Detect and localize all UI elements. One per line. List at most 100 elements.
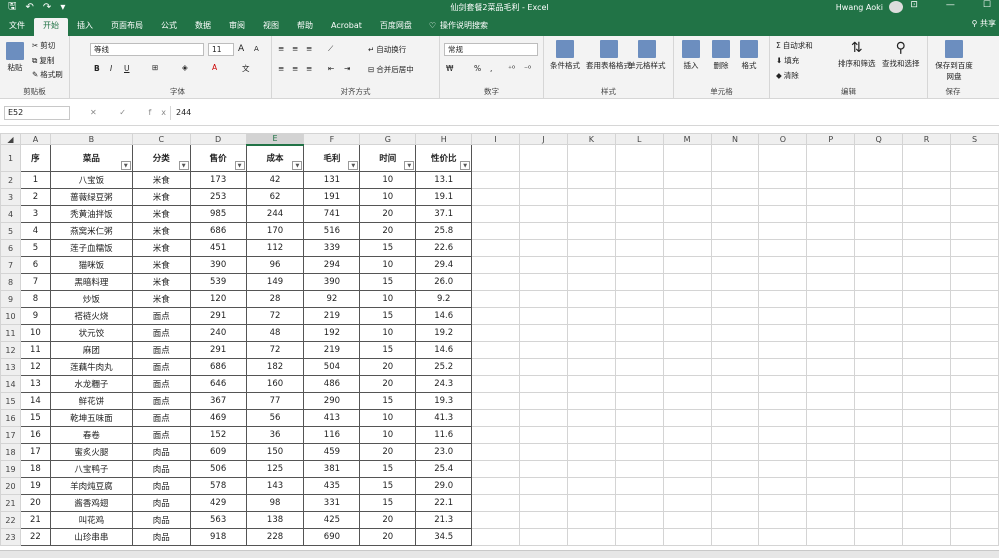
data-cell[interactable]: 八宝饭 — [49, 171, 133, 189]
avatar[interactable] — [889, 1, 903, 13]
data-cell[interactable]: 5 — [19, 239, 51, 257]
minimize-icon[interactable]: — — [946, 0, 955, 10]
data-cell[interactable]: 19.2 — [415, 324, 473, 342]
empty-cell[interactable] — [949, 409, 999, 427]
empty-cell[interactable] — [758, 324, 808, 342]
align-top-icon[interactable]: ≡ — [278, 44, 284, 53]
column-header[interactable]: J — [519, 133, 568, 145]
empty-cell[interactable] — [854, 205, 904, 223]
filter-dropdown-icon[interactable]: ▼ — [348, 161, 359, 170]
row-number[interactable]: 19 — [0, 460, 21, 478]
data-cell[interactable]: 10 — [359, 256, 417, 274]
row-number[interactable]: 3 — [0, 188, 21, 206]
empty-cell[interactable] — [710, 144, 760, 172]
row-number[interactable]: 17 — [0, 426, 21, 444]
data-cell[interactable]: 690 — [303, 528, 361, 546]
empty-cell[interactable] — [566, 290, 616, 308]
empty-cell[interactable] — [614, 460, 664, 478]
data-cell[interactable]: 11 — [19, 341, 51, 359]
data-cell[interactable]: 猫咪饭 — [49, 256, 133, 274]
empty-cell[interactable] — [566, 273, 616, 291]
empty-cell[interactable] — [949, 324, 999, 342]
empty-cell[interactable] — [566, 205, 616, 223]
column-header[interactable]: R — [902, 133, 951, 145]
column-header[interactable]: K — [566, 133, 616, 145]
column-header[interactable]: M — [662, 133, 712, 145]
data-cell[interactable]: 125 — [245, 460, 305, 478]
empty-cell[interactable] — [519, 290, 568, 308]
data-cell[interactable]: 578 — [189, 477, 247, 495]
empty-cell[interactable] — [710, 460, 760, 478]
data-cell[interactable]: 状元饺 — [49, 324, 133, 342]
row-number[interactable]: 8 — [0, 273, 21, 291]
data-cell[interactable]: 244 — [245, 205, 305, 223]
data-cell[interactable]: 炒饭 — [49, 290, 133, 308]
data-cell[interactable]: 20 — [359, 358, 417, 376]
data-cell[interactable]: 8 — [19, 290, 51, 308]
column-header[interactable]: P — [806, 133, 856, 145]
empty-cell[interactable] — [519, 273, 568, 291]
data-cell[interactable]: 米食 — [131, 256, 191, 274]
data-cell[interactable]: 62 — [245, 188, 305, 206]
empty-cell[interactable] — [902, 341, 951, 359]
data-cell[interactable]: 4 — [19, 222, 51, 240]
save-to-baidu-button[interactable]: 保存到百度网盘 — [934, 40, 974, 82]
data-cell[interactable]: 褡裢火烧 — [49, 307, 133, 325]
row-number[interactable]: 18 — [0, 443, 21, 461]
data-cell[interactable]: 291 — [189, 341, 247, 359]
data-cell[interactable]: 985 — [189, 205, 247, 223]
empty-cell[interactable] — [710, 256, 760, 274]
worksheet[interactable]: ◢ ABCDEFGHIJKLMNOPQRS 1 序 菜品 ▼ 分类 ▼ 售价 ▼ 成本 ▼ 毛利 ▼… — [0, 126, 999, 550]
empty-cell[interactable] — [854, 324, 904, 342]
empty-cell[interactable] — [758, 341, 808, 359]
empty-cell[interactable] — [662, 307, 712, 325]
data-cell[interactable]: 蔷薇绿豆粥 — [49, 188, 133, 206]
column-header[interactable]: D — [189, 133, 247, 145]
data-cell[interactable]: 19.3 — [415, 392, 473, 410]
row-number[interactable]: 15 — [0, 392, 21, 410]
empty-cell[interactable] — [902, 375, 951, 393]
empty-cell[interactable] — [662, 392, 712, 410]
empty-cell[interactable] — [662, 426, 712, 444]
empty-cell[interactable] — [758, 256, 808, 274]
row-number[interactable]: 22 — [0, 511, 21, 529]
tab-data[interactable]: 数据 — [186, 18, 220, 36]
empty-cell[interactable] — [710, 443, 760, 461]
data-cell[interactable]: 米食 — [131, 273, 191, 291]
tab-review[interactable]: 审阅 — [220, 18, 254, 36]
data-cell[interactable]: 36 — [245, 426, 305, 444]
empty-cell[interactable] — [614, 494, 664, 512]
data-cell[interactable]: 72 — [245, 307, 305, 325]
data-cell[interactable]: 12 — [19, 358, 51, 376]
data-cell[interactable]: 116 — [303, 426, 361, 444]
data-cell[interactable]: 15 — [359, 477, 417, 495]
data-cell[interactable]: 肉品 — [131, 494, 191, 512]
data-cell[interactable]: 1 — [19, 171, 51, 189]
underline-button[interactable]: U — [124, 64, 130, 73]
empty-cell[interactable] — [854, 171, 904, 189]
empty-cell[interactable] — [566, 358, 616, 376]
name-box[interactable]: E52 — [4, 106, 70, 120]
data-cell[interactable]: 173 — [189, 171, 247, 189]
empty-cell[interactable] — [758, 239, 808, 257]
data-cell[interactable]: 20 — [359, 511, 417, 529]
data-cell[interactable]: 539 — [189, 273, 247, 291]
data-cell[interactable]: 42 — [245, 171, 305, 189]
row-number[interactable]: 23 — [0, 528, 21, 546]
empty-cell[interactable] — [614, 511, 664, 529]
data-cell[interactable]: 72 — [245, 341, 305, 359]
empty-cell[interactable] — [566, 324, 616, 342]
fill-color-button[interactable]: ◈ — [182, 63, 188, 72]
header-cell[interactable]: 毛利 ▼ — [303, 144, 361, 172]
empty-cell[interactable] — [854, 375, 904, 393]
empty-cell[interactable] — [662, 144, 712, 172]
empty-cell[interactable] — [519, 358, 568, 376]
data-cell[interactable]: 面点 — [131, 409, 191, 427]
empty-cell[interactable] — [710, 188, 760, 206]
empty-cell[interactable] — [662, 324, 712, 342]
data-cell[interactable]: 6 — [19, 256, 51, 274]
data-cell[interactable]: 98 — [245, 494, 305, 512]
empty-cell[interactable] — [471, 273, 521, 291]
font-color-button[interactable]: A — [212, 63, 217, 72]
wrap-text-button[interactable]: ↵ 自动换行 — [368, 44, 406, 55]
